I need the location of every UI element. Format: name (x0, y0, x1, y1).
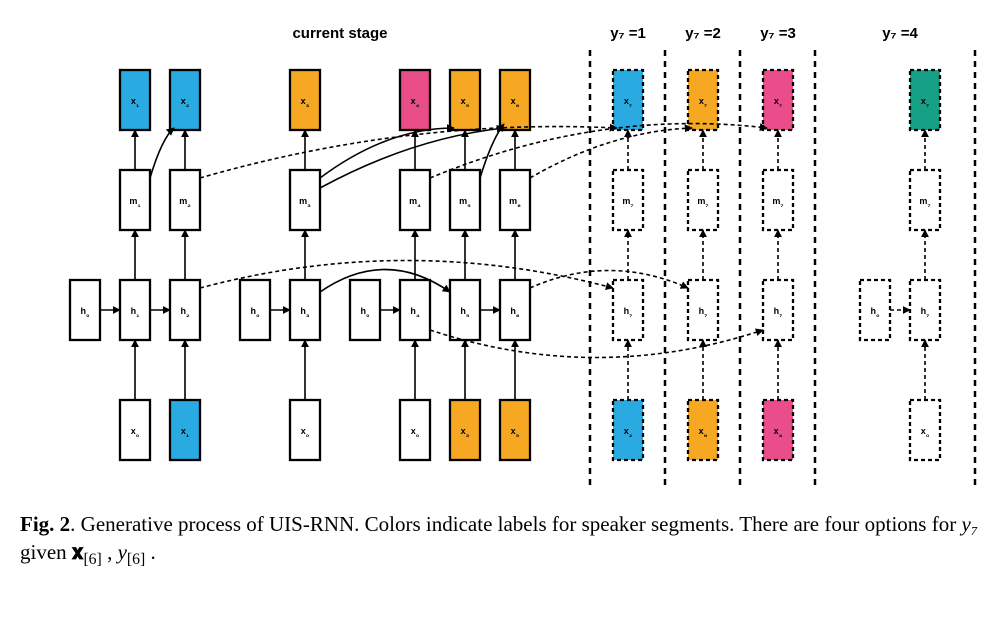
xtop-c7d: x₇ (910, 70, 940, 130)
caption-given: given (20, 540, 72, 564)
m-c4: m₄ (400, 170, 430, 230)
xtop-c3: x₃ (290, 70, 320, 130)
xbot-c6: x₅ (500, 400, 530, 460)
xtop-c6: x₆ (500, 70, 530, 130)
curve-arrow (320, 128, 454, 178)
h-c7b: h₇ (688, 280, 718, 340)
caption-y-sub: [6] (127, 552, 145, 569)
xbot-c7b: x₆ (688, 400, 718, 460)
h-c6: h₆ (500, 280, 530, 340)
xbot-c7a: x₂ (613, 400, 643, 460)
caption-comma: , (102, 540, 118, 564)
m-c7a: m₇ (613, 170, 643, 230)
m-c7b: m₇ (688, 170, 718, 230)
header-y7-1: y₇ =1 (610, 25, 646, 42)
h0-d: h₀ (860, 280, 890, 340)
h-c7d: h₇ (910, 280, 940, 340)
h0-a: h₀ (70, 280, 100, 340)
diagram-svg: current stage y₇ =1 y₇ =2 y₇ =3 y₇ =4 x₁… (20, 20, 980, 500)
m-c7c: m₇ (763, 170, 793, 230)
h-c4: h₄ (400, 280, 430, 340)
xbot-c2: x₁ (170, 400, 200, 460)
caption-x-sub: [6] (83, 552, 101, 569)
m-c1: m₁ (120, 170, 150, 230)
xbot-c4: x₀ (400, 400, 430, 460)
h-c7c: h₇ (763, 280, 793, 340)
h0-b: h₀ (240, 280, 270, 340)
xtop-c5: x₅ (450, 70, 480, 130)
figure-caption: Fig. 2. Generative process of UIS-RNN. C… (20, 510, 980, 571)
xbot-c7c: x₄ (763, 400, 793, 460)
xtop-c7b: x₇ (688, 70, 718, 130)
caption-y: y (118, 540, 127, 564)
h-c1: h₁ (120, 280, 150, 340)
header-y7-4: y₇ =4 (882, 25, 918, 42)
caption-text: . Generative process of UIS-RNN. Colors … (70, 512, 961, 536)
m-c2: m₂ (170, 170, 200, 230)
xbot-c1: x₀ (120, 400, 150, 460)
xbot-c7d: x₀ (910, 400, 940, 460)
h-c2: h₂ (170, 280, 200, 340)
xtop-c2: x₂ (170, 70, 200, 130)
header-y7-3: y₇ =3 (760, 25, 796, 42)
xbot-c5: x₃ (450, 400, 480, 460)
caption-y7: y₇ (961, 512, 978, 536)
h-c7a: h₇ (613, 280, 643, 340)
header-current-stage: current stage (292, 25, 387, 42)
uis-rnn-diagram: current stage y₇ =1 y₇ =2 y₇ =3 y₇ =4 x₁… (20, 20, 980, 500)
xtop-c1: x₁ (120, 70, 150, 130)
header-y7-2: y₇ =2 (685, 25, 721, 42)
h-c5: h₅ (450, 280, 480, 340)
xtop-c4: x₄ (400, 70, 430, 130)
caption-x: 𝐱 (72, 540, 84, 564)
caption-period: . (145, 540, 156, 564)
m-c3: m₃ (290, 170, 320, 230)
m-c7d: m₇ (910, 170, 940, 230)
h0-c: h₀ (350, 280, 380, 340)
h-c3: h₃ (290, 280, 320, 340)
xtop-c7a: x₇ (613, 70, 643, 130)
m-c6: m₆ (500, 170, 530, 230)
curve-arrow (530, 128, 692, 178)
m-c5: m₅ (450, 170, 480, 230)
xbot-c3: x₀ (290, 400, 320, 460)
xtop-c7c: x₇ (763, 70, 793, 130)
fig-label: Fig. 2 (20, 512, 70, 536)
